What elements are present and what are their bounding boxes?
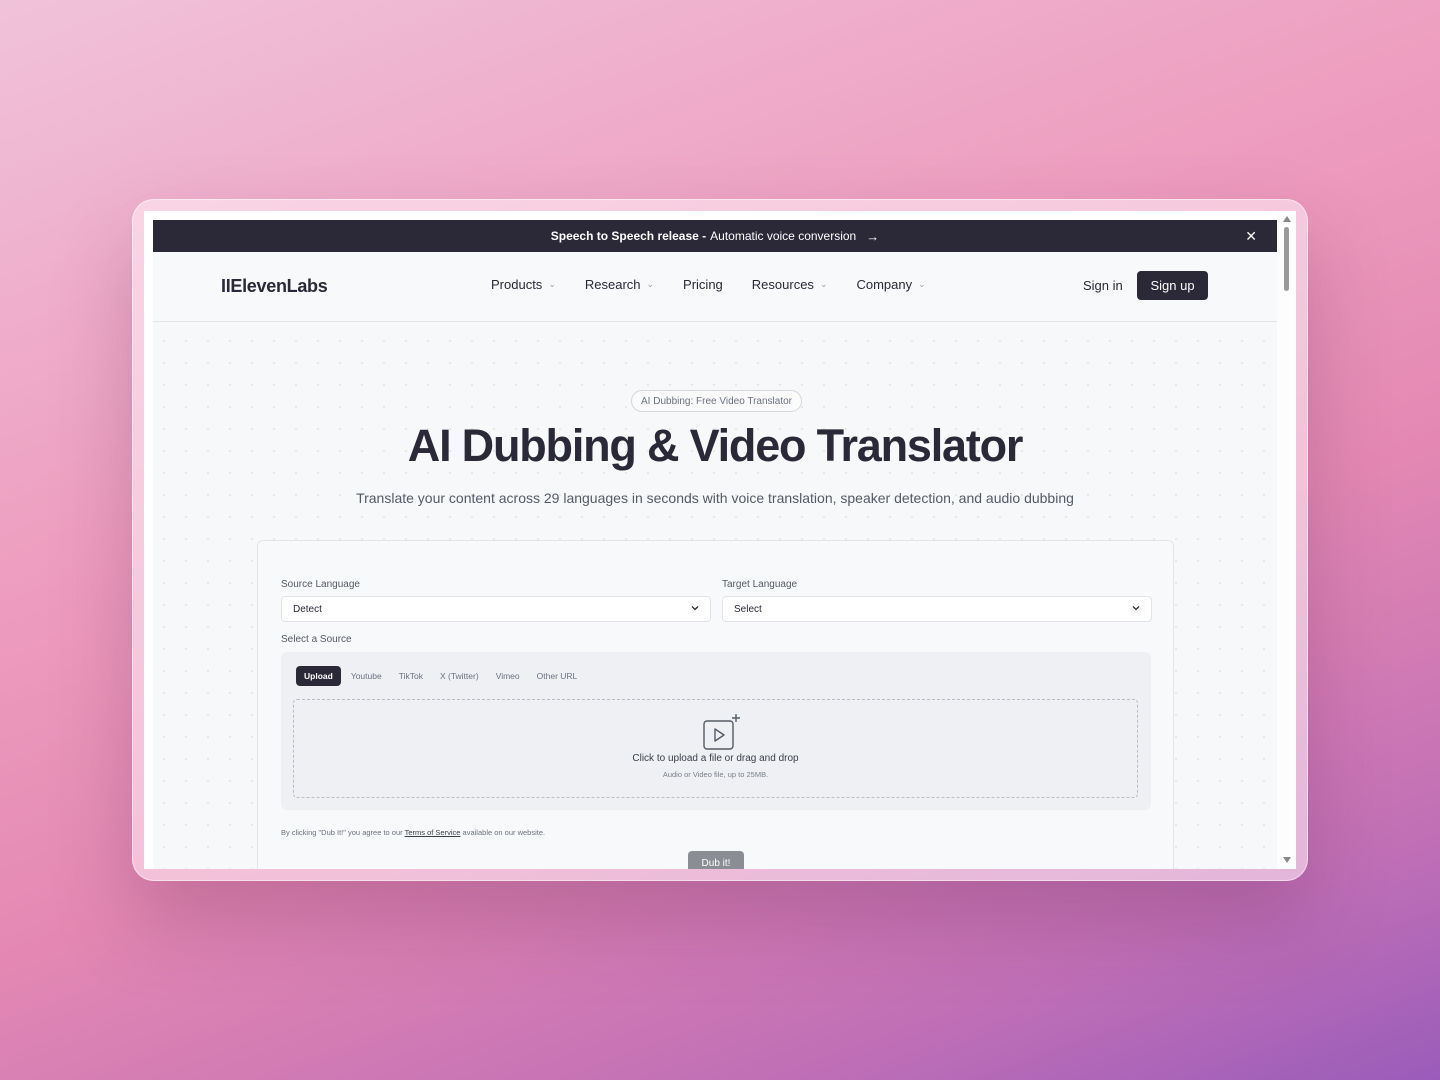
source-language-value: Detect xyxy=(293,603,322,615)
close-icon[interactable]: ✕ xyxy=(1245,228,1257,245)
select-source-label: Select a Source xyxy=(281,634,352,645)
nav-item-research[interactable]: Research ⌄ xyxy=(585,277,654,292)
chevron-down-icon: ⌄ xyxy=(548,279,556,289)
terms-suffix: available on our website. xyxy=(462,828,546,837)
top-nav: IIElevenLabs Products ⌄ Research ⌄ Prici… xyxy=(153,252,1277,322)
terms-prefix: By clicking "Dub It!" you agree to our xyxy=(281,828,403,837)
scroll-down-icon[interactable] xyxy=(1283,857,1291,863)
nav-item-company[interactable]: Company ⌄ xyxy=(856,277,925,292)
target-language-label: Target Language xyxy=(722,579,798,590)
page-subtitle: Translate your content across 29 languag… xyxy=(356,490,1074,506)
scroll-thumb[interactable] xyxy=(1284,227,1289,291)
dropzone-text: Click to upload a file or drag and drop xyxy=(632,753,799,764)
source-panel: Upload Youtube TikTok X (Twitter) Vimeo … xyxy=(281,652,1151,810)
sign-up-button[interactable]: Sign up xyxy=(1137,271,1208,300)
nav-item-label: Products xyxy=(491,277,543,292)
sign-in-link[interactable]: Sign in xyxy=(1083,278,1123,293)
chevron-down-icon xyxy=(1131,603,1141,616)
tab-tiktok[interactable]: TikTok xyxy=(399,671,423,681)
target-language-select[interactable]: Select xyxy=(722,596,1152,622)
nav-item-resources[interactable]: Resources ⌄ xyxy=(752,277,828,292)
nav-item-label: Research xyxy=(584,277,641,292)
tab-other-url[interactable]: Other URL xyxy=(537,671,578,681)
terms-of-service-link[interactable]: Terms of Service xyxy=(405,828,461,837)
logo[interactable]: IIElevenLabs xyxy=(221,276,328,297)
dropzone-hint: Audio or Video file, up to 25MB. xyxy=(662,770,769,779)
announcement-bar[interactable]: Speech to Speech release - Automatic voi… xyxy=(153,220,1277,252)
announcement-text: Automatic voice conversion xyxy=(710,229,857,243)
tab-vimeo[interactable]: Vimeo xyxy=(496,671,520,681)
scroll-up-icon[interactable] xyxy=(1283,216,1291,222)
target-language-value: Select xyxy=(734,603,762,615)
chevron-down-icon: ⌄ xyxy=(646,279,655,289)
nav-menu: Products ⌄ Research ⌄ Pricing Resources … xyxy=(491,277,955,292)
chevron-down-icon: ⌄ xyxy=(819,279,828,289)
nav-item-pricing[interactable]: Pricing xyxy=(683,277,723,292)
file-dropzone[interactable]: Click to upload a file or drag and drop … xyxy=(293,699,1138,798)
tab-youtube[interactable]: Youtube xyxy=(351,671,382,681)
chevron-down-icon: ⌄ xyxy=(918,279,926,289)
terms-notice: By clicking "Dub It!" you agree to our T… xyxy=(281,828,545,837)
hero-badge: AI Dubbing: Free Video Translator xyxy=(631,390,803,412)
dubbing-form-card: Source Language Detect Target Language S… xyxy=(257,540,1174,869)
source-tabs: Upload Youtube TikTok X (Twitter) Vimeo … xyxy=(296,666,594,686)
nav-item-label: Company xyxy=(856,277,913,292)
chevron-down-icon xyxy=(690,603,700,616)
nav-item-label: Resources xyxy=(751,277,814,292)
dub-it-button[interactable]: Dub it! xyxy=(688,851,744,869)
scrollbar[interactable] xyxy=(1277,211,1296,869)
source-language-select[interactable]: Detect xyxy=(281,596,711,622)
video-upload-icon xyxy=(699,713,741,753)
page: Speech to Speech release - Automatic voi… xyxy=(153,220,1277,869)
nav-item-label: Pricing xyxy=(683,277,723,292)
tab-x-twitter[interactable]: X (Twitter) xyxy=(440,671,479,681)
arrow-right-icon: → xyxy=(866,228,880,244)
browser-viewport: Speech to Speech release - Automatic voi… xyxy=(144,211,1296,869)
nav-item-products[interactable]: Products ⌄ xyxy=(491,277,556,292)
tab-upload[interactable]: Upload xyxy=(296,666,341,686)
announcement-title: Speech to Speech release - xyxy=(550,229,707,243)
page-title: AI Dubbing & Video Translator xyxy=(407,420,1024,471)
source-language-label: Source Language xyxy=(281,579,360,590)
